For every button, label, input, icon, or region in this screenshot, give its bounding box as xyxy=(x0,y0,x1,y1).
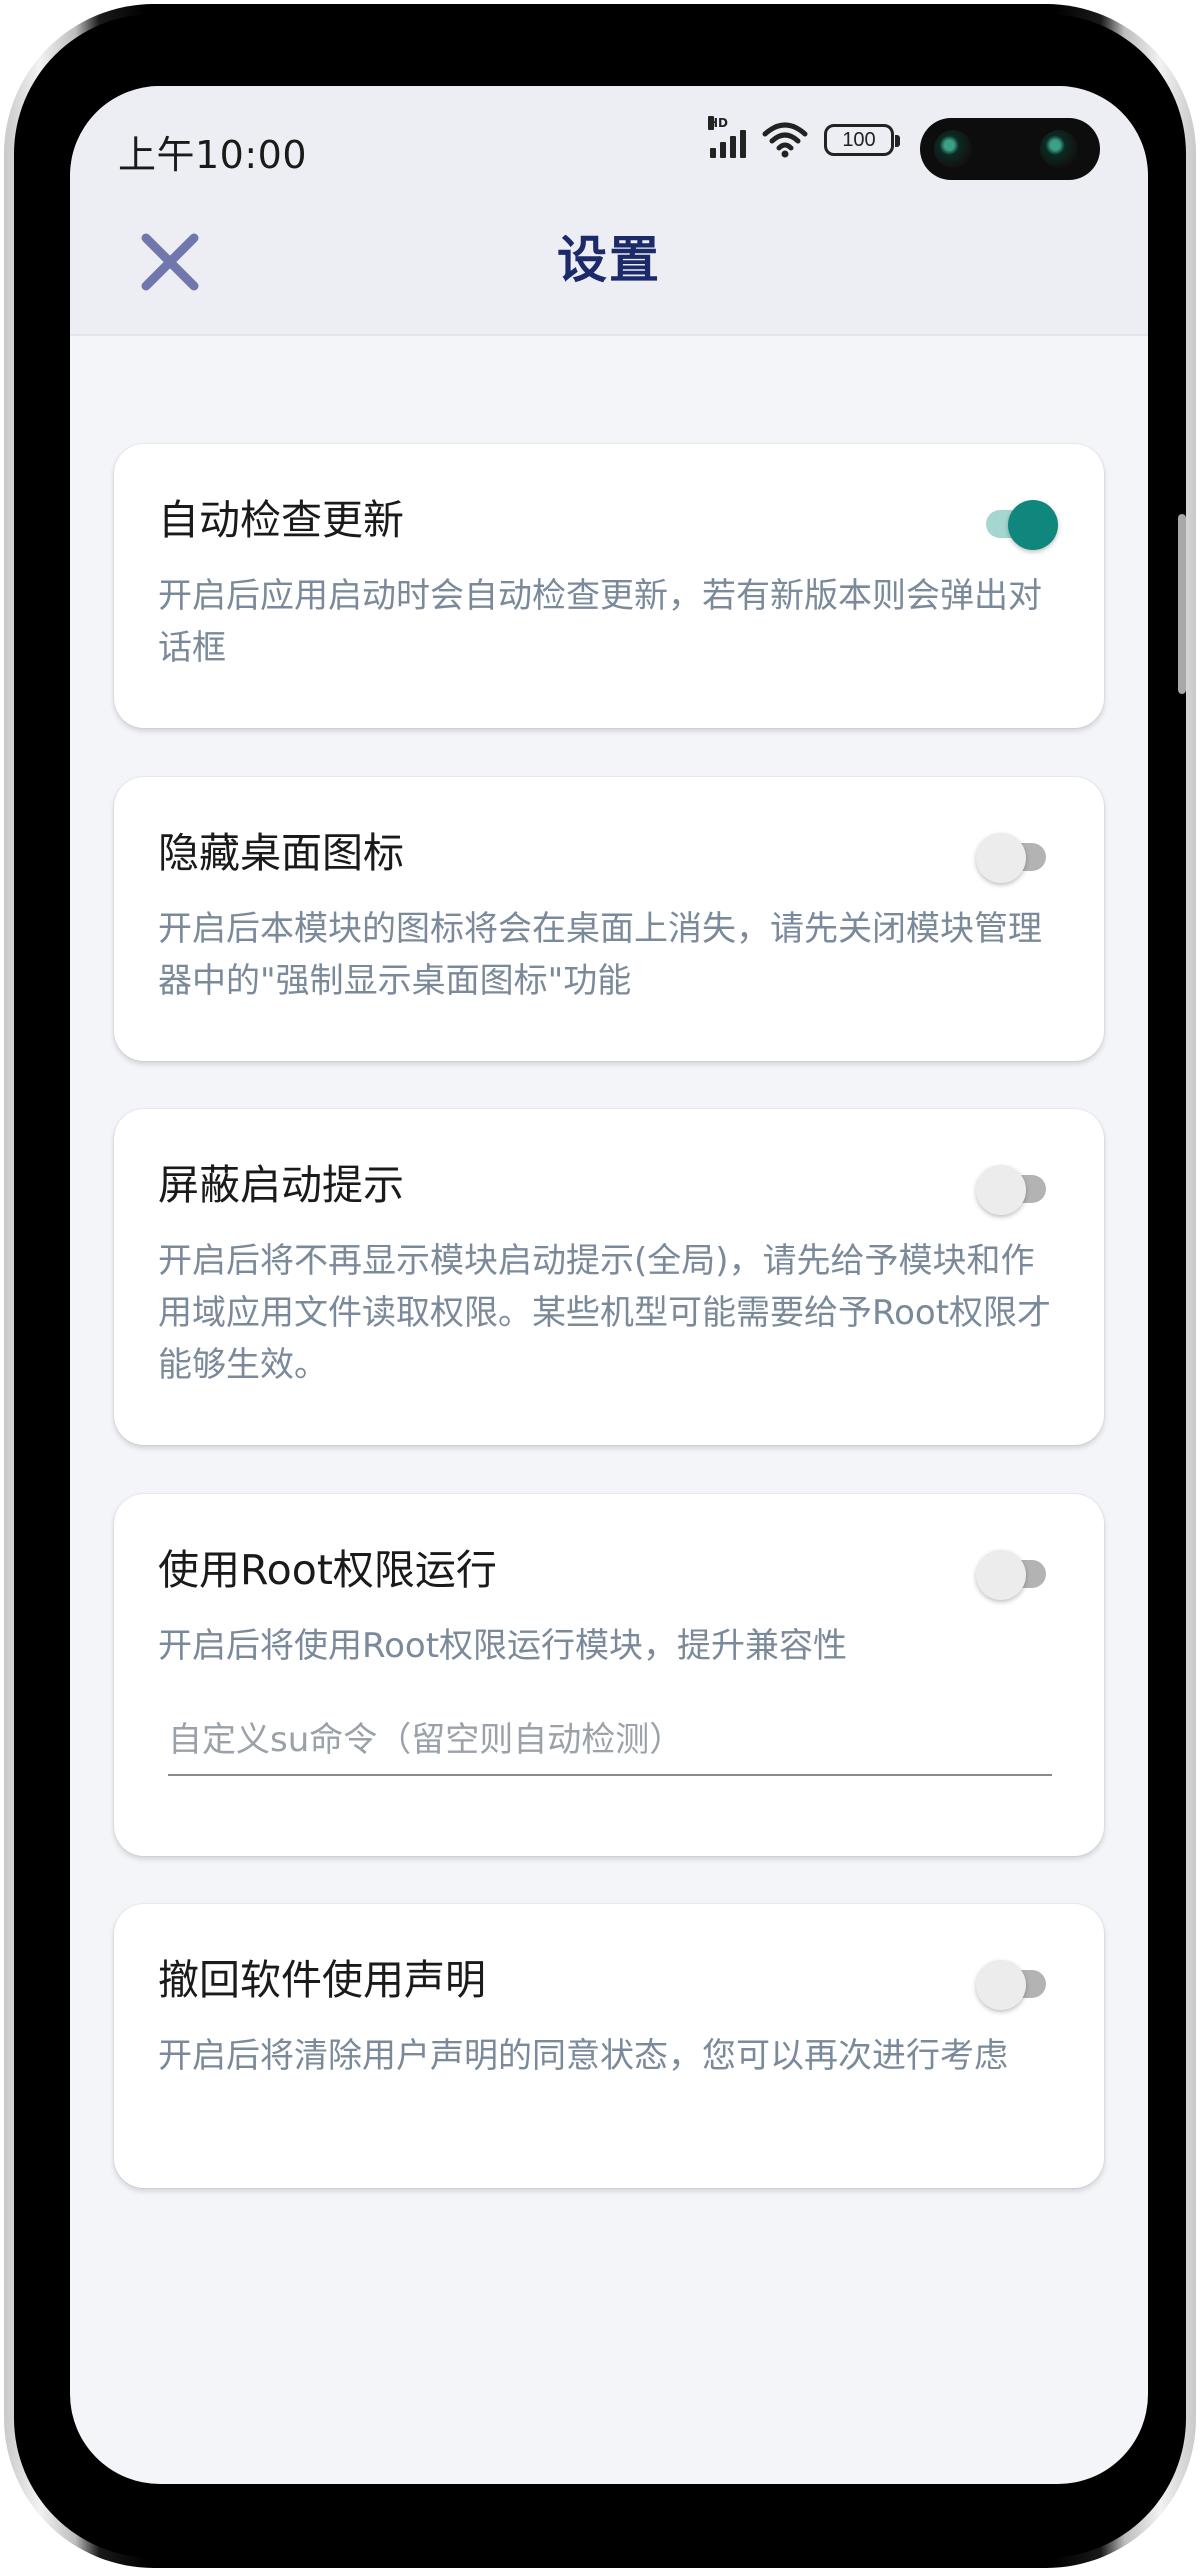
status-icons: HD 100 xyxy=(708,116,900,158)
toggle-thumb xyxy=(976,1550,1026,1600)
setting-description: 开启后本模块的图标将会在桌面上消失，请先关闭模块管理器中的"强制显示桌面图标"功… xyxy=(158,909,1042,1001)
wifi-icon xyxy=(762,122,808,158)
side-button xyxy=(1178,514,1186,694)
su-command-input[interactable] xyxy=(168,1706,1052,1776)
app-header: 上午10:00 HD 100 设置 xyxy=(70,86,1148,336)
status-time: 上午10:00 xyxy=(118,133,308,177)
toggle-thumb xyxy=(976,1165,1026,1215)
hide-icon-toggle[interactable] xyxy=(976,833,1052,883)
setting-card-auto-update: 自动检查更新 开启后应用启动时会自动检查更新，若有新版本则会弹出对话框 xyxy=(114,444,1104,728)
screen: 上午10:00 HD 100 设置 自动检查更新 开启后应用启动时会自动检查更新… xyxy=(70,86,1148,2484)
setting-card-root: 使用Root权限运行 开启后将使用Root权限运行模块，提升兼容性 xyxy=(114,1494,1104,1856)
toggle-thumb xyxy=(976,833,1026,883)
setting-description: 开启后将使用Root权限运行模块，提升兼容性 xyxy=(158,1626,848,1666)
setting-card-revoke: 撤回软件使用声明 开启后将清除用户声明的同意状态，您可以再次进行考虑 xyxy=(114,1904,1104,2188)
page-title: 设置 xyxy=(557,231,661,289)
setting-title: 撤回软件使用声明 xyxy=(158,1956,486,2004)
camera-cutout xyxy=(920,118,1100,180)
device-bezel: 上午10:00 HD 100 设置 自动检查更新 开启后应用启动时会自动检查更新… xyxy=(14,14,1186,2558)
device-frame: 上午10:00 HD 100 设置 自动检查更新 开启后应用启动时会自动检查更新… xyxy=(4,4,1196,2568)
toggle-thumb xyxy=(1008,500,1058,550)
signal-icon: HD xyxy=(708,116,746,158)
setting-description: 开启后将不再显示模块启动提示(全局)，请先给予模块和作用域应用文件读取权限。某些… xyxy=(158,1241,1052,1385)
setting-title: 自动检查更新 xyxy=(158,496,404,544)
setting-description: 开启后应用启动时会自动检查更新，若有新版本则会弹出对话框 xyxy=(158,576,1042,668)
setting-card-block-hint: 屏蔽启动提示 开启后将不再显示模块启动提示(全局)，请先给予模块和作用域应用文件… xyxy=(114,1109,1104,1445)
battery-level: 100 xyxy=(842,128,876,151)
setting-title: 隐藏桌面图标 xyxy=(158,829,404,877)
setting-description: 开启后将清除用户声明的同意状态，您可以再次进行考虑 xyxy=(158,2036,1008,2076)
setting-title: 使用Root权限运行 xyxy=(158,1546,497,1594)
auto-update-toggle[interactable] xyxy=(982,500,1058,550)
network-badge: HD xyxy=(708,116,729,130)
root-toggle[interactable] xyxy=(976,1550,1052,1600)
camera-lens-icon xyxy=(934,130,972,168)
setting-title: 屏蔽启动提示 xyxy=(158,1161,404,1209)
toggle-thumb xyxy=(976,1960,1026,2010)
setting-card-hide-icon: 隐藏桌面图标 开启后本模块的图标将会在桌面上消失，请先关闭模块管理器中的"强制显… xyxy=(114,777,1104,1061)
block-hint-toggle[interactable] xyxy=(976,1165,1052,1215)
battery-icon: 100 xyxy=(824,124,900,156)
revoke-toggle[interactable] xyxy=(976,1960,1052,2010)
camera-lens-icon xyxy=(1040,130,1078,168)
